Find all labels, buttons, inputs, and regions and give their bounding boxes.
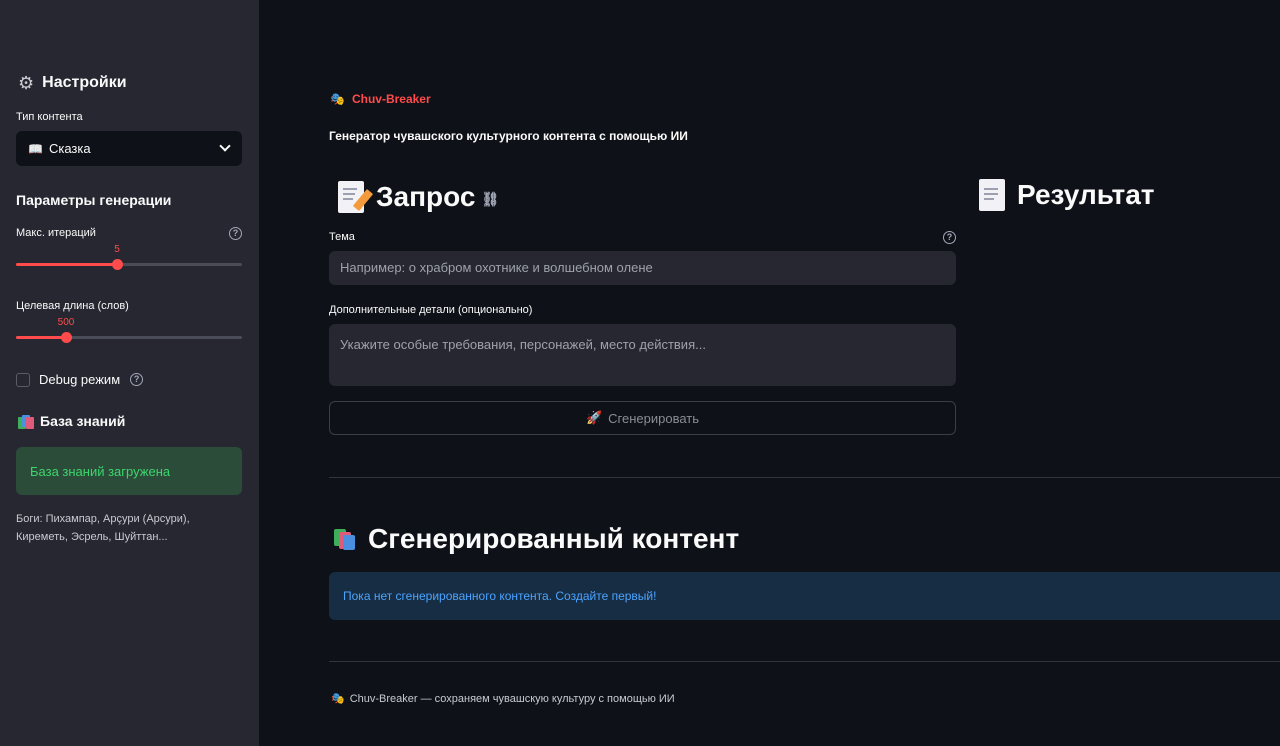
result-title: Результат	[1017, 179, 1155, 210]
content-type-select[interactable]: 📖 Сказка	[16, 131, 242, 166]
gear-icon: ⚙	[18, 73, 35, 93]
result-heading: Результат	[979, 178, 1155, 212]
generated-title: Сгенерированный контент	[368, 523, 740, 554]
knowledge-base-title: База знаний	[18, 413, 125, 429]
sidebar-title-text: Настройки	[42, 74, 127, 91]
request-title: Запрос	[376, 181, 476, 212]
memo-icon	[338, 181, 374, 213]
slider-fill	[16, 336, 66, 339]
divider	[329, 477, 1280, 478]
theater-masks-icon: 🎭	[331, 693, 345, 705]
knowledge-base-title-text: База знаний	[40, 413, 126, 429]
chevron-down-icon	[219, 140, 231, 152]
max-iterations-slider[interactable]	[16, 259, 242, 270]
slider-thumb[interactable]	[112, 259, 123, 270]
books-icon	[334, 527, 356, 551]
details-textarea[interactable]: Укажите особые требования, персонажей, м…	[329, 324, 956, 386]
link-icon[interactable]: ⛓	[481, 182, 499, 216]
theater-masks-icon: 🎭	[330, 92, 345, 106]
topic-input[interactable]: Например: о храбром охотнике и волшебном…	[329, 251, 956, 285]
app-subtitle: Генератор чувашского культурного контент…	[329, 129, 688, 143]
slider-thumb[interactable]	[61, 332, 72, 343]
target-length-value: 500	[57, 317, 75, 328]
divider	[329, 661, 1280, 662]
content-type-label: Тип контента	[16, 111, 83, 123]
debug-checkbox[interactable]	[16, 372, 30, 387]
books-icon	[18, 414, 34, 429]
generation-params-title: Параметры генерации	[16, 192, 172, 208]
max-iterations-value: 5	[114, 244, 120, 255]
max-iterations-label: Макс. итераций	[16, 227, 96, 239]
request-heading: Запрос ⛓	[338, 178, 499, 216]
document-icon	[979, 179, 1005, 211]
brand: 🎭 Chuv-Breaker	[330, 92, 431, 106]
help-icon[interactable]: ?	[229, 227, 242, 240]
details-label: Дополнительные детали (опционально)	[329, 304, 533, 316]
debug-label: Debug режим	[39, 372, 121, 387]
generate-label: Сгенерировать	[608, 410, 700, 426]
topic-label: Тема	[329, 231, 355, 243]
rocket-icon: 🚀	[585, 410, 603, 425]
help-icon[interactable]: ?	[130, 373, 144, 386]
sidebar: ⚙ Настройки Тип контента 📖 Сказка Параме…	[0, 0, 259, 746]
open-book-icon: 📖	[28, 141, 43, 156]
debug-checkbox-row[interactable]: Debug режим ?	[16, 372, 144, 387]
footer-text: Chuv-Breaker — сохраняем чувашскую культ…	[349, 692, 675, 705]
slider-fill	[16, 263, 117, 266]
brand-name: Chuv-Breaker	[351, 92, 431, 106]
footer: 🎭 Chuv-Breaker — сохраняем чувашскую кул…	[331, 692, 675, 706]
target-length-slider[interactable]	[16, 332, 242, 343]
generated-heading: Сгенерированный контент	[334, 522, 739, 556]
knowledge-base-caption: Боги: Пихампар, Арçури (Арсури), Киремет…	[16, 513, 190, 543]
generate-button[interactable]: 🚀 Сгенерировать	[329, 401, 956, 435]
help-icon[interactable]: ?	[943, 231, 956, 244]
target-length-label: Целевая длина (слов)	[16, 300, 129, 312]
content-type-value: Сказка	[48, 141, 91, 156]
empty-content-info: Пока нет сгенерированного контента. Созд…	[329, 572, 1280, 620]
knowledge-base-status: База знаний загружена	[16, 447, 242, 495]
sidebar-title: ⚙ Настройки	[18, 72, 127, 94]
